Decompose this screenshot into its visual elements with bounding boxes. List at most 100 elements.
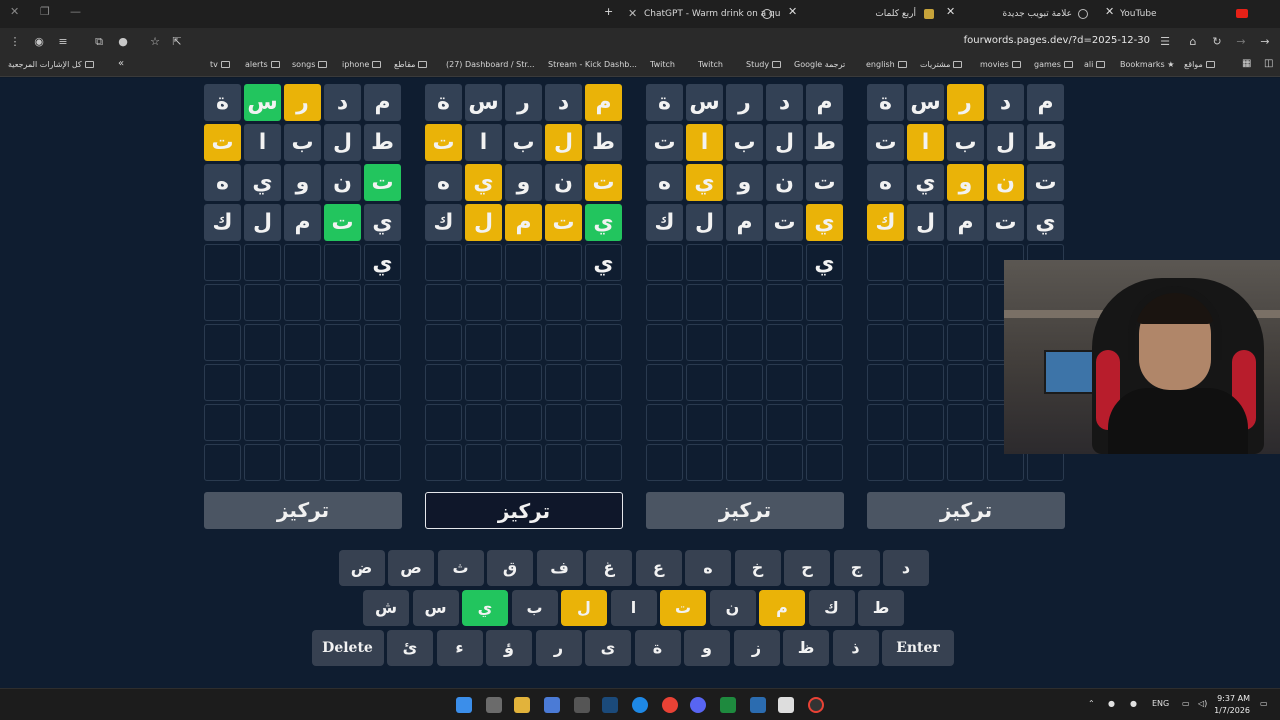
letter-key[interactable]: ؤ <box>486 630 532 666</box>
focus-button[interactable]: تركيز <box>867 492 1065 529</box>
bookmark-all[interactable]: كل الإشارات المرجعية <box>8 60 94 69</box>
system-clock[interactable]: 9:37 AM 1/7/2026 <box>1214 693 1250 717</box>
bookmark-google-translate[interactable]: Google ترجمة <box>794 60 845 69</box>
bookmark-iphone[interactable]: iphone <box>342 60 382 69</box>
letter-key[interactable]: ب <box>511 590 558 626</box>
letter-key[interactable]: ة <box>634 630 681 666</box>
focus-button[interactable]: تركيز <box>425 492 623 529</box>
letter-key[interactable]: ذ <box>832 630 879 666</box>
bookmark-study[interactable]: Study <box>746 60 782 69</box>
tab-four-words[interactable]: أربع كلمات <box>800 3 940 25</box>
letter-key[interactable]: ك <box>808 590 855 626</box>
enter-key[interactable]: Enter <box>882 630 954 666</box>
app-icon[interactable] <box>778 697 794 713</box>
menu-dots-icon[interactable]: ⋮ <box>8 35 22 49</box>
letter-key[interactable]: ه <box>685 550 731 586</box>
letter-key[interactable]: غ <box>586 550 632 586</box>
bookmark-twitch-1[interactable]: Twitch <box>650 60 675 69</box>
bookmark-kick[interactable]: Stream - Kick Dashb... <box>548 60 637 69</box>
bookmark-purchases[interactable]: مشتريات <box>920 60 963 69</box>
bookmark-clips[interactable]: مقاطع <box>394 60 428 69</box>
extensions-icon[interactable]: ⧉ <box>92 35 106 49</box>
letter-key[interactable]: ض <box>338 550 385 586</box>
close-icon[interactable]: ✕ <box>628 3 637 25</box>
letter-key[interactable]: ف <box>536 550 583 586</box>
back-icon[interactable]: → <box>1258 35 1272 49</box>
focus-button[interactable]: تركيز <box>646 492 844 529</box>
letter-key[interactable]: د <box>883 550 929 586</box>
excel-icon[interactable] <box>720 697 736 713</box>
home-icon[interactable]: ⌂ <box>1186 35 1200 49</box>
media-icon[interactable]: ≡ <box>56 35 70 49</box>
notifications-icon[interactable]: ▭ <box>1260 699 1268 708</box>
close-icon[interactable]: ✕ <box>946 5 955 18</box>
url-text[interactable]: fourwords.pages.dev/?d=2025-12-30 <box>964 35 1150 46</box>
window-minimize-icon[interactable]: — <box>70 5 81 18</box>
close-icon[interactable]: ✕ <box>1105 5 1114 18</box>
network-icon[interactable]: ▭ <box>1182 699 1190 708</box>
letter-key[interactable]: ع <box>635 550 682 586</box>
bookmark-english[interactable]: english <box>866 60 907 69</box>
bookmark-tv[interactable]: tv <box>210 60 230 69</box>
language-indicator[interactable]: ENG <box>1152 699 1169 708</box>
tray-app-icon[interactable]: ● <box>1130 699 1137 708</box>
profile-icon[interactable]: ◉ <box>32 35 46 49</box>
star-icon[interactable]: ☆ <box>148 35 162 49</box>
close-icon[interactable]: ✕ <box>788 5 797 18</box>
bookmark-songs[interactable]: songs <box>292 60 328 69</box>
letter-key[interactable]: ث <box>437 550 484 586</box>
tray-chevron-icon[interactable]: ⌃ <box>1088 699 1095 708</box>
bookmark-ali[interactable]: ali <box>1084 60 1106 69</box>
letter-key[interactable]: س <box>412 590 459 626</box>
letter-key[interactable]: ء <box>436 630 483 666</box>
bookmark-sites[interactable]: مواقع <box>1184 60 1215 69</box>
letter-key[interactable]: ل <box>561 590 607 626</box>
window-restore-icon[interactable]: ❐ <box>40 5 50 18</box>
letter-key[interactable]: ش <box>363 590 409 626</box>
bookmark-movies[interactable]: movies <box>980 60 1021 69</box>
tab-chatgpt[interactable]: ✕ ChatGPT - Warm drink on a qu <box>628 3 788 25</box>
extension-icon[interactable]: ● <box>116 35 130 49</box>
bookmark-twitch-2[interactable]: Twitch <box>698 60 723 69</box>
letter-key[interactable]: ا <box>610 590 657 626</box>
discord-icon[interactable] <box>690 697 706 713</box>
side-panel-icon[interactable]: ◫ <box>1264 58 1273 69</box>
letter-key[interactable]: ص <box>388 550 434 586</box>
app-icon[interactable] <box>574 697 590 713</box>
share-icon[interactable]: ⇱ <box>170 35 184 49</box>
bookmark-dashboard[interactable]: (27) Dashboard / Str... <box>446 60 535 69</box>
tab-youtube[interactable]: YouTube <box>1118 3 1258 25</box>
edge-icon[interactable] <box>632 697 648 713</box>
letter-key[interactable]: ت <box>660 590 706 626</box>
letter-key[interactable]: ي <box>462 590 508 626</box>
tab-new-tab[interactable]: علامة تبويب جديدة <box>960 3 1100 25</box>
bookmark-games[interactable]: games <box>1034 60 1073 69</box>
letter-key[interactable]: ز <box>733 630 780 666</box>
new-tab-icon[interactable]: + <box>604 5 613 18</box>
bookmark-alerts[interactable]: alerts <box>245 60 280 69</box>
letter-key[interactable]: خ <box>734 550 781 586</box>
volume-icon[interactable]: ◁) <box>1198 699 1207 708</box>
bookmark-bookmarks[interactable]: Bookmarks ★ <box>1120 60 1174 69</box>
tray-app-icon[interactable]: ● <box>1108 699 1115 708</box>
file-explorer-icon[interactable] <box>514 697 530 713</box>
chrome-icon[interactable] <box>662 697 678 713</box>
letter-key[interactable]: ن <box>709 590 756 626</box>
letter-key[interactable]: ئ <box>387 630 433 666</box>
store-icon[interactable] <box>544 697 560 713</box>
letter-key[interactable]: ظ <box>783 630 829 666</box>
more-bookmarks-icon[interactable]: « <box>118 58 124 69</box>
window-close-icon[interactable]: ✕ <box>10 5 19 18</box>
start-icon[interactable] <box>456 697 472 713</box>
letter-key[interactable]: ر <box>535 630 582 666</box>
letter-key[interactable]: ق <box>487 550 533 586</box>
delete-key[interactable]: Delete <box>311 630 384 666</box>
letter-key[interactable]: ح <box>784 550 830 586</box>
letter-key[interactable]: ى <box>585 630 631 666</box>
letter-key[interactable]: و <box>684 630 730 666</box>
apps-grid-icon[interactable]: ▦ <box>1242 58 1251 69</box>
letter-key[interactable]: ج <box>833 550 880 586</box>
obs-icon[interactable] <box>808 697 824 713</box>
site-settings-icon[interactable]: ☰ <box>1158 35 1172 49</box>
letter-key[interactable]: ط <box>858 590 904 626</box>
